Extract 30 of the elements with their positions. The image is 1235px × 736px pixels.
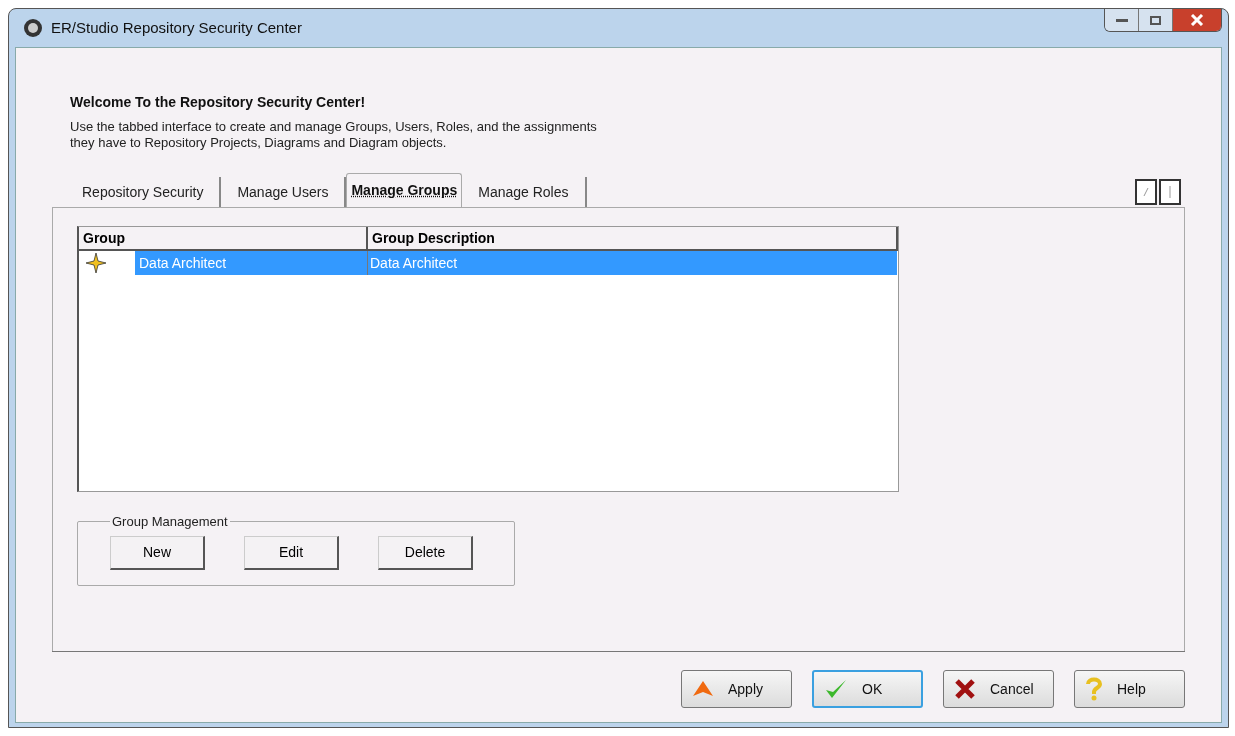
welcome-text: Use the tabbed interface to create and manage Groups, Users, Roles, and the assignments they have to Repository Projects, Diagrams and Diagram objects. <box>70 119 598 151</box>
action-button[interactable]: Edit <box>244 535 339 570</box>
welcome-heading: Welcome To the Repository Security Center! <box>70 93 367 112</box>
table-cell: Data Architect <box>368 251 897 275</box>
triangle-icon <box>692 680 714 698</box>
column-header[interactable]: Group Description <box>368 227 898 249</box>
scroll-right-button[interactable] <box>1159 179 1181 205</box>
column-header[interactable]: Group <box>79 227 368 249</box>
close-icon <box>954 678 976 700</box>
question-mark-icon <box>1085 677 1103 701</box>
group-title: Group Management <box>111 513 229 531</box>
slash-icon <box>1143 187 1149 197</box>
action-button[interactable]: Delete <box>378 535 473 570</box>
footer-button[interactable]: Help <box>1074 670 1185 708</box>
checkmark-icon <box>824 678 848 700</box>
table-cell: Data Architect <box>135 251 368 275</box>
scroll-left-button[interactable] <box>1135 179 1157 205</box>
footer-button[interactable]: OK <box>812 670 923 708</box>
footer-button[interactable]: Apply <box>681 670 792 708</box>
minimize-button[interactable] <box>1105 9 1139 31</box>
tab[interactable]: Manage Groups <box>346 173 463 207</box>
maximize-button[interactable] <box>1139 9 1173 31</box>
app-icon <box>23 18 43 38</box>
star-icon <box>85 252 107 274</box>
bar-icon <box>1168 186 1172 198</box>
window-title: ER/Studio Repository Security Center <box>51 17 302 38</box>
action-button[interactable]: New <box>110 535 205 570</box>
footer-button[interactable]: Cancel <box>943 670 1054 708</box>
close-icon <box>1190 14 1204 26</box>
close-button[interactable] <box>1173 9 1221 31</box>
